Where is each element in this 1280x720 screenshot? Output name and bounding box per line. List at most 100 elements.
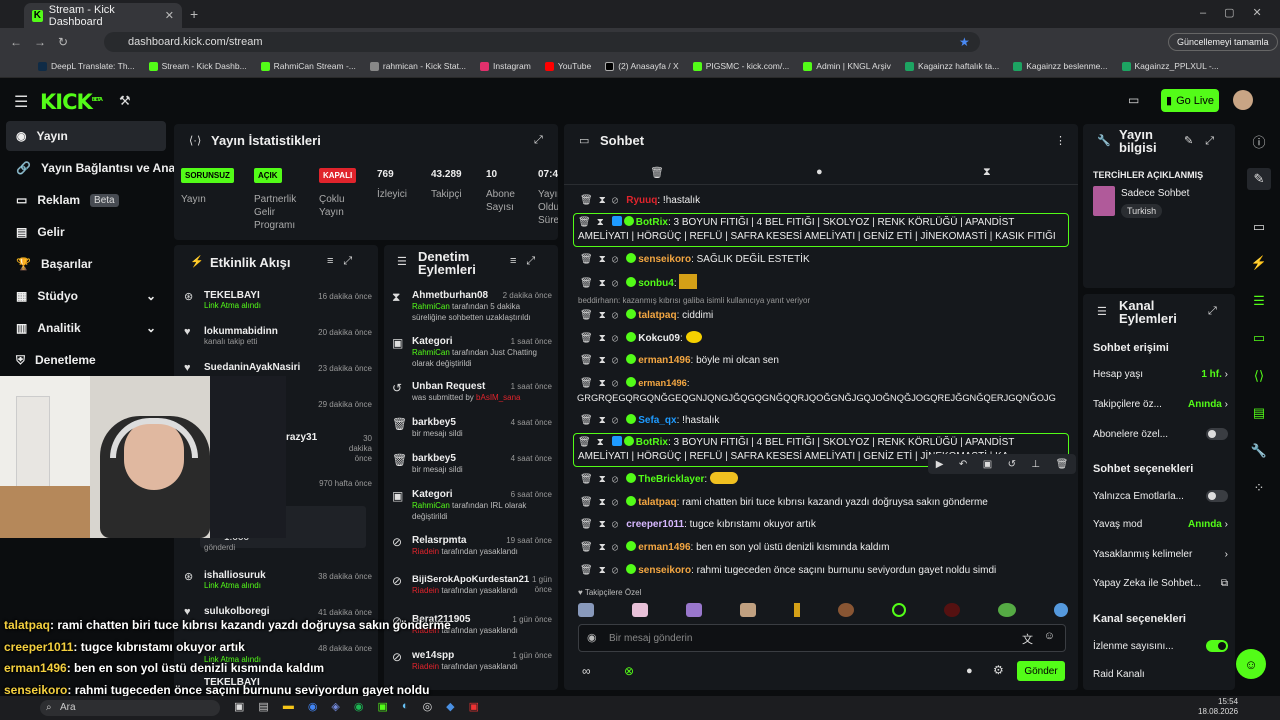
setting-raid-channel[interactable]: Raid Kanalı bbox=[1093, 669, 1228, 680]
monitor-icon[interactable]: ▭ bbox=[1247, 216, 1271, 238]
trash-tab-icon[interactable]: 🗑 bbox=[650, 166, 664, 179]
send-button[interactable]: Gönder bbox=[1017, 661, 1065, 681]
info-icon[interactable]: ⓘ bbox=[1247, 130, 1271, 152]
chat-message[interactable]: 🗑⧗⊘ erman1496: GRGRQEGQRGQNĞGEQGNJQNGJĞQGQ… bbox=[577, 376, 1070, 406]
translate-icon[interactable]: 文 bbox=[1022, 631, 1033, 647]
bolt-icon[interactable]: ⚡ bbox=[1247, 252, 1271, 274]
sidebar-item-yayin[interactable]: ◉ Yayın bbox=[6, 121, 166, 151]
bookmark-item[interactable]: Kagainzz_PPLXUL -... bbox=[1121, 61, 1219, 71]
edit-icon[interactable]: ✎⤢ bbox=[1184, 134, 1226, 148]
help-button[interactable]: ☺ bbox=[1236, 649, 1266, 679]
toggle-switch[interactable] bbox=[1206, 428, 1228, 440]
taskbar-clock[interactable]: 15:54 18.08.2026 bbox=[1198, 697, 1238, 717]
bookmark-item[interactable]: DeepL Translate: Th... bbox=[38, 61, 135, 71]
setting-banned-words[interactable]: Yasaklanmış kelimeler › bbox=[1093, 549, 1228, 560]
chat-message[interactable]: 🗑⧗⊘ Kokcu09: bbox=[580, 331, 1070, 346]
chat-bubble-icon[interactable]: ● bbox=[966, 665, 973, 677]
followers-only-label: ♥ Takipçilere Özel bbox=[578, 588, 642, 597]
edit-icon[interactable]: ✎ bbox=[1247, 168, 1271, 190]
chat-message[interactable]: 🗑⧗⊘ erman1496: böyle mi olcan sen bbox=[580, 353, 1070, 368]
nav-buttons-icon[interactable]: ←→↻ bbox=[10, 35, 80, 49]
chat-message[interactable]: 🗑⧗⊘ TheBricklayer: bbox=[580, 472, 1070, 487]
setting-ai-chat[interactable]: Yapay Zeka ile Sohbet... ⧉ bbox=[1093, 578, 1228, 589]
emoji-icon[interactable]: ☺ bbox=[1044, 630, 1055, 642]
bubble-tab-icon[interactable]: ● bbox=[816, 166, 823, 178]
new-tab-icon[interactable]: + bbox=[190, 6, 198, 22]
chat-message[interactable]: 🗑⧗⊘ Ryuuq: !hastalık bbox=[580, 193, 1070, 208]
setting-view-count[interactable]: İzlenme sayısını... bbox=[1093, 640, 1228, 652]
popout-icon[interactable]: ⤢ bbox=[534, 134, 543, 147]
task-view-icon: ▣ bbox=[234, 701, 245, 713]
browser-tab[interactable]: K Stream - Kick Dashboard ✕ bbox=[24, 3, 182, 28]
popout-icon[interactable]: ⤢ bbox=[1208, 305, 1217, 318]
setting-emote-only[interactable]: Yalnızca Emotlarla... bbox=[1093, 490, 1228, 502]
chat-message[interactable]: 🗑⧗⊘ senseikoro: SAĞLIK DEĞİL ESTETİK bbox=[580, 252, 1070, 267]
bookmark-item[interactable]: Admin | KNGL Arşiv bbox=[803, 61, 891, 71]
emote-icon bbox=[686, 603, 702, 617]
green-circle-icon[interactable]: ⊗ bbox=[624, 664, 634, 678]
bookmark-item[interactable]: Kagainzz haftalık ta... bbox=[904, 61, 999, 71]
bookmark-item[interactable]: Stream - Kick Dashb... bbox=[148, 61, 247, 71]
stat-uptime: 07:45 Yayın Oldu Süre bbox=[538, 169, 558, 227]
emote-bar[interactable] bbox=[578, 603, 1068, 619]
avatar[interactable] bbox=[1233, 90, 1253, 110]
bookmark-item[interactable]: PIGSMC - kick.com/... bbox=[692, 61, 789, 71]
chat-message[interactable]: 🗑⧗⊘ erman1496: ben en son yol üstü denizl… bbox=[580, 540, 1070, 555]
taskbar-apps[interactable]: ▣ ▤ ▬ ◉ ◈ ◉ ▣ ◐ ◎ ◆ ▣ bbox=[234, 700, 479, 713]
setting-slow-mode[interactable]: Yavaş mod Anında › bbox=[1093, 519, 1228, 530]
wrench-icon[interactable]: 🔧 bbox=[1247, 440, 1271, 462]
kick-logo[interactable]: KICKBETA bbox=[40, 90, 103, 114]
sidebar-item-gelir[interactable]: ▤ Gelir bbox=[6, 217, 166, 247]
sidebar-item-reklam[interactable]: ▭ Reklam Beta bbox=[6, 185, 166, 215]
taskbar-search[interactable]: ⌕ Ara bbox=[40, 700, 220, 716]
stats-icon[interactable]: ⟨⟩ bbox=[1247, 365, 1271, 387]
close-tab-icon[interactable]: ✕ bbox=[165, 9, 174, 22]
chat-message[interactable]: 🗑⧗⊘ talatpaq: rami chatten biri tuce kıbr… bbox=[580, 495, 1070, 510]
filter-icon[interactable]: ≡⤢ bbox=[327, 255, 362, 268]
more-icon[interactable]: ⁘ bbox=[1247, 477, 1271, 499]
sidebar-item-analitik[interactable]: ▥ Analitik ⌄ bbox=[6, 313, 166, 343]
chat-icon[interactable]: ▭ bbox=[1247, 327, 1271, 349]
setting-followers-only[interactable]: Takipçilere öz... Anında › bbox=[1093, 399, 1228, 410]
sidebar-item-denetleme[interactable]: ⛨ Denetleme bbox=[6, 345, 166, 375]
sidebar-item-basarilar[interactable]: 🏆 Başarılar bbox=[6, 249, 166, 279]
toggle-switch[interactable] bbox=[1206, 640, 1228, 652]
chat-message[interactable]: 🗑⧗⊘ senseikoro: rahmi tugeceden önce saçı… bbox=[580, 563, 1070, 578]
bookmark-item[interactable]: (2) Anasayfa / X bbox=[605, 61, 679, 71]
url-input[interactable]: dashboard.kick.com/stream bbox=[104, 32, 980, 52]
chat-message[interactable]: 🗑⧗⊘ creeper1011: tugce kıbrıstamı okuyor … bbox=[580, 517, 1070, 532]
sliders-icon[interactable]: ▤ bbox=[1247, 402, 1271, 424]
setting-account-age[interactable]: Hesap yaşı 1 hf. › bbox=[1093, 369, 1228, 380]
chat-message[interactable]: 🗑⧗⊘ talatpaq: ciddimi bbox=[580, 308, 1070, 323]
chat-message[interactable]: 🗑⧗⊘ sonbu4: bbox=[580, 274, 1070, 291]
bookmark-star-icon[interactable]: ★ bbox=[959, 35, 970, 49]
bookmark-item[interactable]: Instagram bbox=[480, 61, 531, 71]
chat-message[interactable]: 🗑⧗⊘ Sefa_qx: !hastalık bbox=[580, 413, 1070, 428]
bookmark-item[interactable]: YouTube bbox=[544, 61, 591, 71]
filter-icon[interactable]: ≡⤢ bbox=[510, 255, 545, 268]
bookmark-item[interactable]: Kagainzz beslenme... bbox=[1013, 61, 1108, 71]
go-live-button[interactable]: ▮ Go Live bbox=[1161, 89, 1219, 112]
menu-icon[interactable]: ☰ bbox=[14, 92, 28, 112]
chat-input[interactable]: ◉ Bir mesaj gönderin 文 ☺ bbox=[578, 624, 1066, 652]
screen-icon[interactable]: ▭ bbox=[1128, 93, 1139, 107]
update-button[interactable]: Güncellemeyi tamamla bbox=[1168, 33, 1278, 51]
setting-subs-only[interactable]: Abonelere özel... bbox=[1093, 428, 1228, 440]
hourglass-tab-icon[interactable]: ⧗ bbox=[983, 166, 991, 179]
sidebar-item-studyo[interactable]: ▦ Stüdyo ⌄ bbox=[6, 281, 166, 311]
window-controls[interactable]: –▢✕ bbox=[1200, 6, 1280, 19]
toggle-switch[interactable] bbox=[1206, 490, 1228, 502]
chat-message-highlighted[interactable]: 🗑⧗ BotRix: 3 BOYUN FITIĞI | 4 BEL FITIĞI … bbox=[573, 213, 1069, 247]
message-actions-toolbar[interactable]: ▶ ↶ ▣ ↺ ⊥ 🗑 bbox=[928, 454, 1076, 474]
sidebar-item-stream-key[interactable]: 🔗 Yayın Bağlantısı ve Anahtar bbox=[6, 153, 198, 183]
bookmark-item[interactable]: RahmiCan Stream -... bbox=[260, 61, 356, 71]
more-icon[interactable]: ⋮ bbox=[1055, 134, 1066, 147]
list-icon[interactable]: ☰ bbox=[1247, 290, 1271, 312]
infinity-icon[interactable]: ∞ bbox=[582, 664, 591, 678]
bookmark-item[interactable]: rahmican - Kick Stat... bbox=[369, 61, 466, 71]
hammer-icon[interactable]: ⚒ bbox=[119, 93, 131, 109]
gear-icon[interactable]: ⚙ bbox=[993, 663, 1004, 677]
list-icon: ☰ bbox=[397, 256, 407, 268]
status-badge: AÇIK bbox=[254, 168, 282, 183]
shield-icon: ⛨ bbox=[16, 352, 26, 367]
